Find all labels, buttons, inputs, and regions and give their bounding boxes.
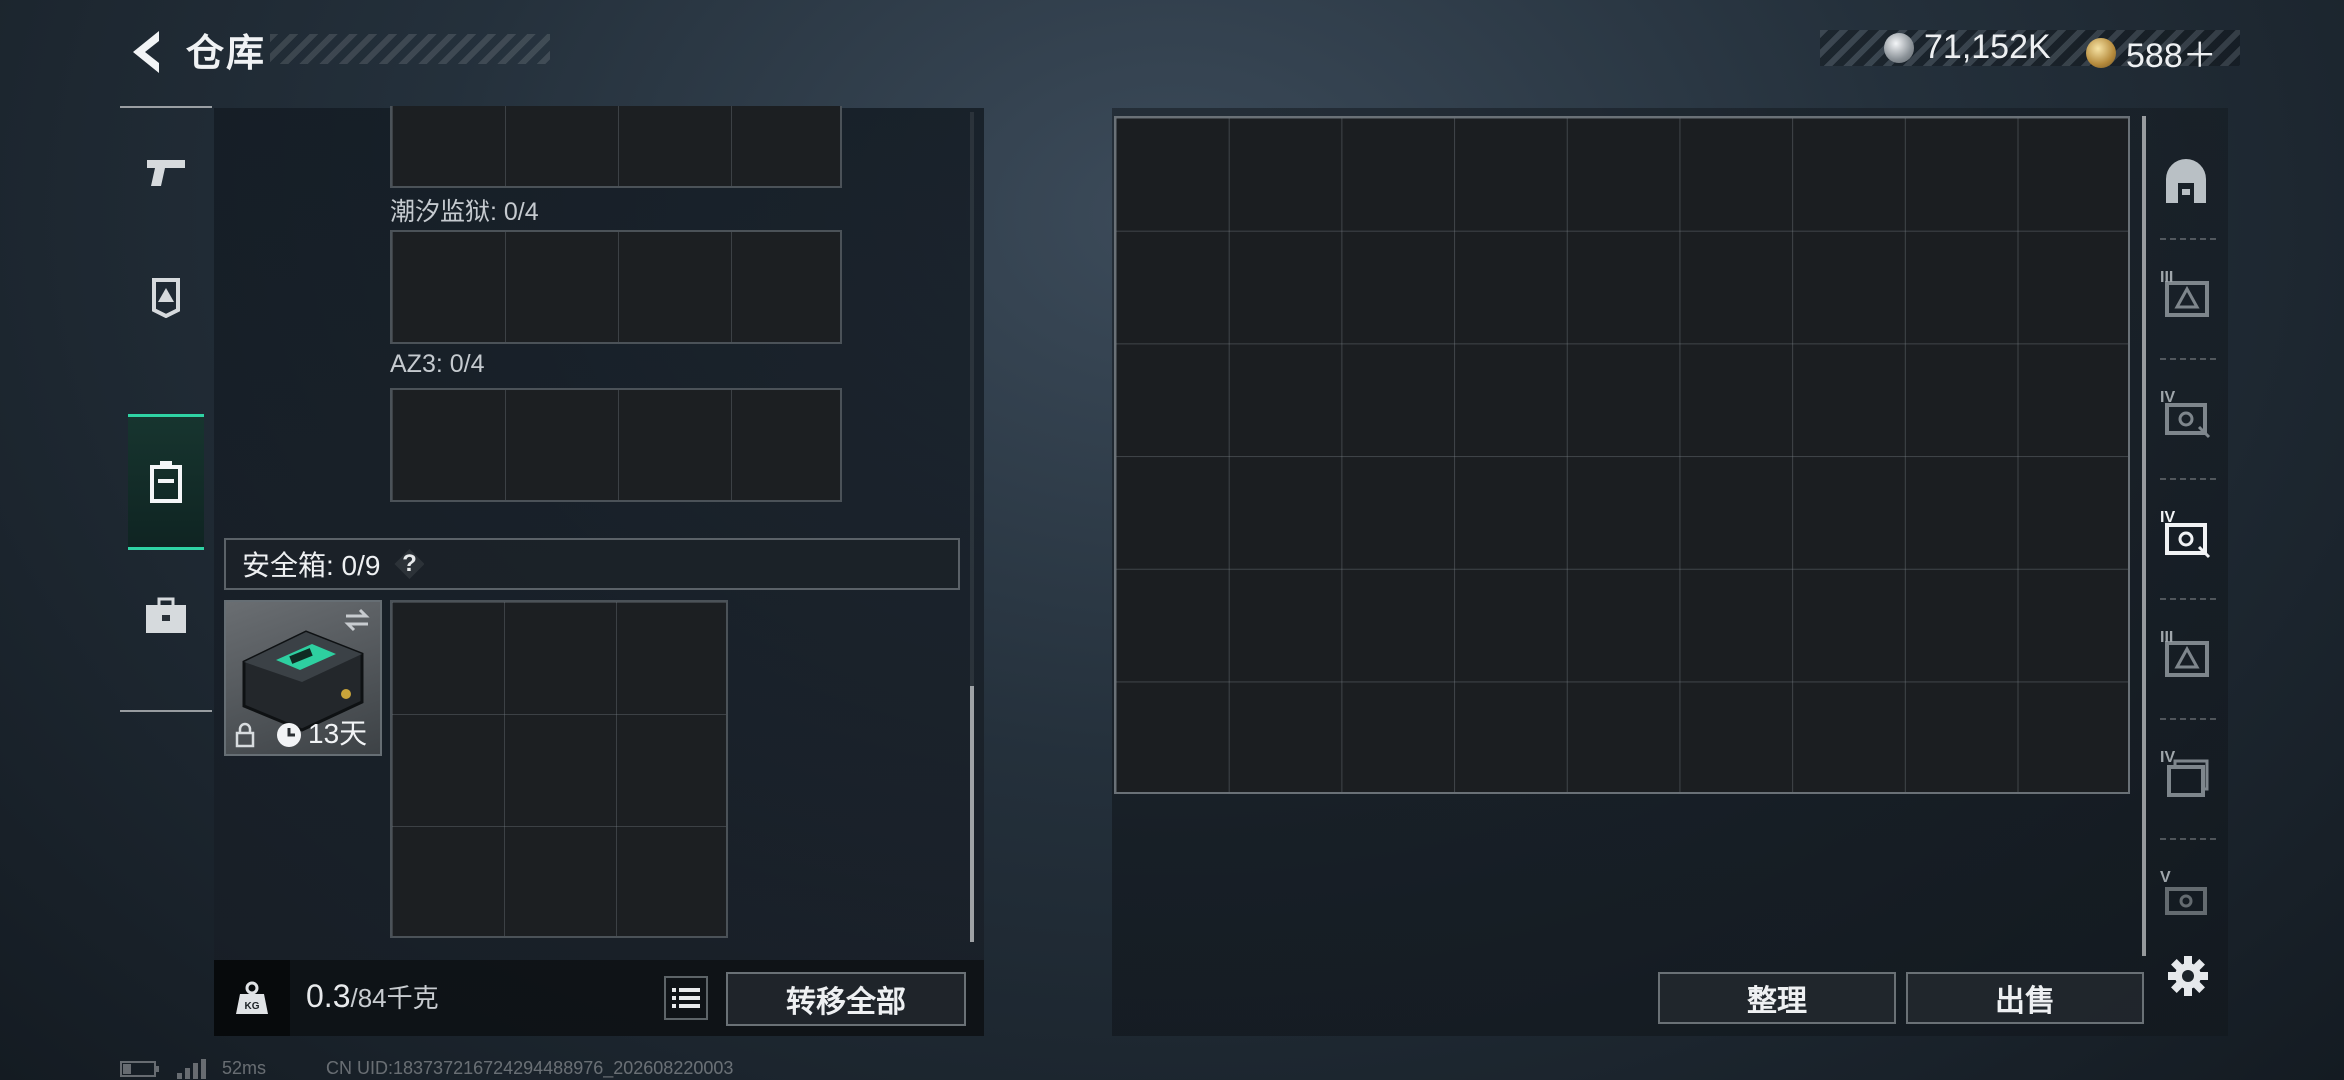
gear-icon	[2168, 956, 2208, 996]
silver-currency[interactable]: 71,152K	[1884, 28, 2051, 67]
help-icon[interactable]: ?	[394, 549, 425, 579]
storage-tab-tier-iii-b[interactable]: III	[2150, 602, 2222, 712]
tier-iii-case-icon: III	[2158, 629, 2214, 685]
weight-icon-box: KG	[214, 960, 290, 1036]
weight-current: 0.3	[306, 978, 351, 1014]
weight-max: /84千克	[350, 983, 439, 1013]
tab-separator	[2160, 358, 2216, 360]
nav-divider	[120, 106, 212, 108]
tab-separator	[2160, 598, 2216, 600]
weight-readout: 0.3/84千克	[306, 978, 439, 1015]
tab-separator	[2160, 838, 2216, 840]
safebox-header: 安全箱: 0/9 ?	[224, 538, 960, 590]
slot-label: 潮汐监狱: 0/4	[390, 198, 539, 226]
storage-scroll-thumb[interactable]	[2142, 116, 2146, 956]
container-slot-grid[interactable]	[390, 106, 842, 188]
silver-coin-icon	[1884, 32, 1914, 63]
settings-button[interactable]	[2160, 948, 2216, 1004]
sort-button[interactable]: 整理	[1658, 972, 1896, 1024]
category-nav	[120, 106, 212, 712]
silver-amount: 71,152K	[1924, 28, 2051, 66]
storage-tab-vault[interactable]	[2150, 126, 2222, 236]
tab-separator	[2160, 478, 2216, 480]
back-button[interactable]	[112, 22, 182, 82]
slot-label: AZ3: 0/4	[390, 350, 485, 378]
tier-iii-case-icon: III	[2158, 269, 2214, 325]
gold-coin-icon	[2086, 37, 2116, 68]
tier-v-case-icon: V	[2158, 869, 2214, 925]
transfer-all-button[interactable]: 转移全部	[726, 972, 966, 1026]
tier-iv-case-selected-icon: IV	[2158, 509, 2214, 565]
nav-item-armor[interactable]	[128, 236, 204, 356]
left-scroll-thumb[interactable]	[970, 686, 974, 942]
battery-icon	[120, 1060, 159, 1077]
storage-grid[interactable]	[1114, 116, 2130, 794]
container-slot-grid[interactable]	[390, 230, 842, 344]
storage-tab-tier-iv-box[interactable]: IV	[2150, 722, 2222, 832]
weight-icon: KG	[236, 981, 268, 1014]
safebox-title: 安全箱: 0/9	[242, 550, 381, 581]
uid-text: CN UID:183737216724294488976_20260822000…	[326, 1058, 734, 1078]
tab-separator	[2160, 718, 2216, 720]
tier-label: IV	[2160, 749, 2176, 766]
status-footer: 52ms CN UID:183737216724294488976_202608…	[120, 1058, 733, 1079]
backpack-icon	[150, 461, 182, 503]
tier-iv-box-icon: IV	[2158, 749, 2214, 805]
tier-label: III	[2160, 269, 2174, 286]
page-title: 仓库	[186, 33, 267, 75]
storage-tab-tier-iv-selected[interactable]: IV	[2150, 482, 2222, 592]
tier-label: IV	[2160, 389, 2176, 406]
tier-label: V	[2160, 869, 2171, 886]
gold-currency[interactable]: 588＋	[2086, 28, 2217, 77]
tier-iv-case-icon: IV	[2158, 389, 2214, 445]
case-duration: 13天	[308, 718, 368, 749]
tier-label: III	[2160, 629, 2174, 646]
pistol-icon	[147, 160, 185, 186]
svg-text:KG: KG	[245, 1001, 260, 1012]
sell-button[interactable]: 出售	[1906, 972, 2144, 1024]
gold-amount: 588＋	[2126, 37, 2217, 75]
back-arrow-icon	[133, 31, 159, 73]
nav-item-briefcase[interactable]	[128, 556, 204, 676]
title-decoration	[270, 34, 550, 64]
signal-icon	[177, 1058, 206, 1079]
storage-tab-tier-iv[interactable]: IV	[2150, 362, 2222, 472]
storage-tab-tier-iii[interactable]: III	[2150, 242, 2222, 352]
safebox-grid[interactable]	[390, 600, 728, 938]
ping-readout: 52ms	[222, 1058, 267, 1078]
tab-separator	[2160, 238, 2216, 240]
nav-item-backpack[interactable]	[128, 414, 204, 550]
briefcase-icon	[146, 597, 186, 633]
list-view-button[interactable]	[664, 976, 708, 1020]
vault-door-icon	[2158, 153, 2214, 209]
clock-icon	[277, 723, 301, 747]
storage-tabs: III IV IV III IV V	[2150, 126, 2222, 966]
helmet-icon	[152, 278, 180, 318]
nav-item-weapons[interactable]	[128, 112, 204, 232]
tier-label: IV	[2160, 509, 2176, 526]
swap-icon	[344, 608, 370, 632]
list-icon	[672, 988, 700, 1008]
safebox-case-item[interactable]: 13天	[224, 600, 382, 756]
lock-icon	[235, 722, 255, 748]
nav-divider	[120, 710, 212, 712]
storage-tab-tier-v[interactable]: V	[2150, 842, 2222, 952]
container-slot-grid[interactable]	[390, 388, 842, 502]
